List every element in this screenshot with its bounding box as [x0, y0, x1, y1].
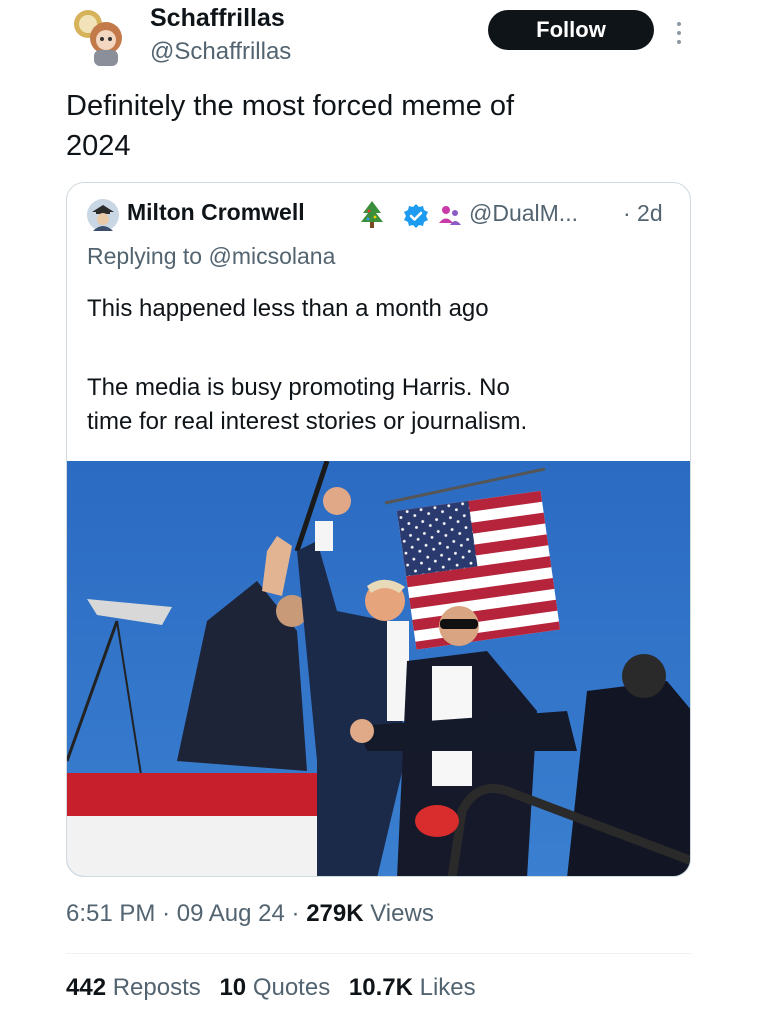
tweet-text-line: 2024: [66, 130, 131, 162]
group-icon: [437, 203, 463, 229]
verified-badge-icon: [403, 203, 429, 229]
quotes-count: 10: [219, 974, 247, 1001]
views-count: 279K: [306, 900, 364, 927]
tweet-text-line: Definitely the most forced meme of: [66, 90, 515, 122]
quoted-text-line: The media is busy promoting Harris. No: [87, 374, 510, 401]
divider: [66, 953, 691, 954]
author-handle[interactable]: @Schaffrillas: [150, 38, 291, 66]
likes-label: Likes: [419, 974, 476, 1001]
replying-prefix: Replying to: [87, 243, 209, 269]
quoted-author-handle[interactable]: @DualM...: [469, 200, 578, 227]
tweet-meta: 6:51 PM · 09 Aug 24 · 279K Views: [66, 900, 434, 928]
author-avatar[interactable]: [66, 4, 132, 70]
engagement-stats: 442 Reposts 10 Quotes 10.7K Likes: [66, 974, 476, 1002]
follow-button[interactable]: Follow: [488, 10, 654, 50]
tweet-text: Definitely the most forced meme of 2024: [66, 86, 666, 166]
tweet-date[interactable]: 09 Aug 24: [177, 900, 285, 927]
replying-handle[interactable]: @micsolana: [208, 243, 335, 269]
likes-link[interactable]: 10.7K Likes: [349, 974, 476, 1001]
replying-to: Replying to @micsolana: [87, 243, 335, 270]
reposts-label: Reposts: [112, 974, 201, 1001]
quoted-photo[interactable]: [67, 461, 691, 877]
more-options-icon[interactable]: [672, 16, 686, 50]
meta-separator: ·: [162, 900, 171, 927]
views-label: Views: [370, 900, 434, 927]
meta-separator: ·: [291, 900, 300, 927]
quoted-tweet-card[interactable]: Milton Cromwell @DualM... · 2d Replying …: [66, 182, 691, 877]
quoted-text-paragraph: The media is busy promoting Harris. No t…: [87, 371, 667, 439]
reposts-count: 442: [66, 974, 107, 1001]
quoted-text-line: This happened less than a month ago: [87, 295, 489, 322]
quoted-timestamp[interactable]: · 2d: [623, 200, 663, 227]
quoted-text-line: time for real interest stories or journa…: [87, 408, 528, 435]
author-name[interactable]: Schaffrillas: [150, 4, 285, 33]
tree-icon: [359, 199, 385, 231]
likes-count: 10.7K: [348, 974, 413, 1001]
tweet-time[interactable]: 6:51 PM: [66, 900, 155, 927]
reposts-link[interactable]: 442 Reposts: [66, 974, 201, 1001]
quotes-link[interactable]: 10 Quotes: [219, 974, 330, 1001]
quoted-author-avatar[interactable]: [87, 199, 119, 231]
quoted-author-name[interactable]: Milton Cromwell: [127, 199, 305, 226]
quotes-label: Quotes: [252, 974, 331, 1001]
